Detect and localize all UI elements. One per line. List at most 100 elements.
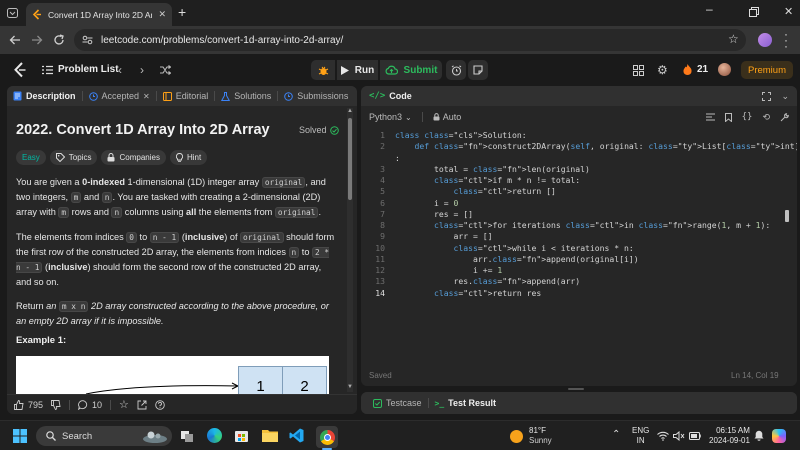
timer-button[interactable] bbox=[446, 60, 466, 80]
topics-tag[interactable]: Topics bbox=[49, 150, 98, 165]
line-number: 12 bbox=[375, 265, 385, 275]
layout-icon[interactable] bbox=[633, 65, 644, 76]
copilot-icon[interactable] bbox=[772, 429, 786, 443]
premium-button[interactable]: Premium bbox=[741, 61, 793, 79]
user-avatar[interactable] bbox=[718, 63, 731, 76]
tab-solutions[interactable]: Solutions bbox=[215, 91, 277, 101]
wifi-icon[interactable] bbox=[657, 431, 669, 441]
code-line[interactable]: 9 arr = [] bbox=[361, 231, 797, 242]
edge-browser-icon[interactable] bbox=[207, 428, 222, 443]
code-line[interactable]: 4 class="ctl">if m * n != total: bbox=[361, 175, 797, 186]
battery-icon[interactable] bbox=[689, 432, 701, 440]
leetcode-logo-icon[interactable] bbox=[13, 62, 27, 78]
scroll-down-icon[interactable]: ▼ bbox=[347, 384, 353, 390]
tab-submissions[interactable]: Submissions bbox=[278, 91, 354, 101]
task-view-icon[interactable] bbox=[180, 429, 194, 443]
code-line[interactable]: 8 class="ctl">for iterations class="ctl"… bbox=[361, 220, 797, 231]
site-info-icon[interactable] bbox=[82, 35, 93, 45]
streak-counter[interactable]: 21 bbox=[683, 64, 708, 75]
code-editor[interactable]: 1 class class="cls">Solution: 2 def class=… bbox=[361, 130, 797, 299]
settings-gear-icon[interactable]: ⚙ bbox=[657, 63, 668, 77]
like-button[interactable]: 795 bbox=[14, 400, 43, 410]
code-line[interactable]: 5 class="ctl">return [] bbox=[361, 186, 797, 197]
scrollbar-thumb[interactable] bbox=[348, 118, 352, 200]
chrome-icon[interactable] bbox=[316, 426, 338, 448]
bookmark-icon[interactable] bbox=[724, 112, 732, 122]
close-tab-icon[interactable]: ✕ bbox=[143, 92, 150, 101]
editor-scrollbar-thumb[interactable] bbox=[785, 210, 789, 222]
code-line[interactable]: 14 class="ctl">return res bbox=[361, 288, 797, 299]
code-line[interactable]: 10 class="ctl">while i < iterations * n: bbox=[361, 243, 797, 254]
weather-widget[interactable]: 81°F Sunny bbox=[510, 426, 552, 446]
code-line[interactable]: 12 i += 1 bbox=[361, 265, 797, 276]
windows-start-icon[interactable] bbox=[13, 429, 27, 443]
new-tab-button[interactable]: + bbox=[178, 4, 186, 20]
vscode-icon[interactable] bbox=[289, 428, 304, 443]
microsoft-store-icon[interactable] bbox=[234, 428, 249, 443]
tab-editorial[interactable]: Editorial bbox=[157, 91, 215, 101]
maximize-icon[interactable] bbox=[762, 91, 772, 101]
code-line[interactable]: : bbox=[361, 153, 797, 164]
forward-icon[interactable] bbox=[31, 34, 43, 46]
tab-search-icon[interactable] bbox=[7, 8, 18, 18]
code-line[interactable]: 6 i = 0 bbox=[361, 198, 797, 209]
panel-resize-handle[interactable] bbox=[568, 388, 584, 390]
bookmark-star-icon[interactable]: ☆ bbox=[728, 32, 739, 46]
taskbar-search[interactable]: Search bbox=[36, 426, 172, 446]
back-icon[interactable] bbox=[9, 34, 21, 46]
inline-code: n bbox=[111, 207, 123, 218]
braces-icon[interactable]: {} bbox=[742, 112, 753, 122]
address-bar[interactable]: leetcode.com/problems/convert-1d-array-i… bbox=[74, 29, 746, 51]
run-button[interactable]: Run bbox=[337, 60, 378, 80]
scroll-up-icon[interactable]: ▲ bbox=[347, 108, 353, 114]
restore-button[interactable] bbox=[749, 7, 759, 17]
code-line[interactable]: 3 total = class="fn">len(original) bbox=[361, 164, 797, 175]
profile-avatar[interactable] bbox=[758, 33, 772, 47]
notification-bell-icon[interactable] bbox=[754, 430, 764, 441]
language-indicator[interactable]: ENG IN bbox=[632, 426, 649, 446]
help-icon[interactable] bbox=[155, 399, 165, 410]
next-problem-icon[interactable]: › bbox=[140, 63, 144, 77]
close-window-button[interactable]: ✕ bbox=[784, 5, 793, 18]
minimize-button[interactable]: – bbox=[706, 2, 713, 16]
difficulty-easy-badge[interactable]: Easy bbox=[16, 150, 46, 165]
problem-list-button[interactable]: Problem List bbox=[42, 64, 119, 75]
collapse-icon[interactable]: ⌄ bbox=[781, 91, 789, 102]
code-line[interactable]: 7 res = [] bbox=[361, 209, 797, 220]
tab-accepted[interactable]: Accepted ✕ bbox=[83, 91, 156, 101]
footer-separator bbox=[110, 399, 112, 410]
submit-button[interactable]: Submit bbox=[380, 60, 442, 80]
share-icon[interactable] bbox=[137, 400, 147, 410]
tab-testcase[interactable]: Testcase bbox=[367, 398, 428, 408]
settings-icon[interactable] bbox=[780, 112, 789, 122]
text: 1-dimensional (1D) integer array bbox=[124, 177, 262, 187]
browser-menu-icon[interactable]: · · · bbox=[784, 28, 788, 52]
tab-close-icon[interactable]: ✕ bbox=[158, 9, 166, 20]
code-line[interactable]: 13 res.class="fn">append(arr) bbox=[361, 276, 797, 287]
code-line[interactable]: 1 class class="cls">Solution: bbox=[361, 130, 797, 141]
browser-tab[interactable]: Convert 1D Array Into 2D Array ✕ bbox=[26, 3, 172, 26]
debug-button[interactable] bbox=[311, 60, 335, 80]
prev-problem-icon[interactable]: ‹ bbox=[118, 63, 122, 77]
companies-tag[interactable]: Companies bbox=[101, 150, 166, 165]
notes-button[interactable] bbox=[468, 60, 488, 80]
dislike-button[interactable] bbox=[51, 399, 61, 410]
description-scrollbar[interactable]: ▲ ▼ bbox=[347, 108, 353, 392]
shuffle-icon[interactable] bbox=[160, 65, 171, 75]
language-select[interactable]: Python3 ⌄ bbox=[369, 112, 412, 122]
file-explorer-icon[interactable] bbox=[262, 428, 278, 442]
volume-icon[interactable] bbox=[673, 431, 685, 441]
format-icon[interactable] bbox=[705, 113, 715, 121]
tab-description[interactable]: Description bbox=[7, 91, 82, 101]
reload-icon[interactable] bbox=[53, 34, 65, 46]
comments-button[interactable]: 10 bbox=[78, 400, 102, 410]
favorite-star-icon[interactable]: ☆ bbox=[119, 398, 129, 411]
tab-test-result[interactable]: >_ Test Result bbox=[429, 398, 502, 408]
code-line[interactable]: 2 def class="fn">construct2DArray(self, … bbox=[361, 141, 797, 152]
clock[interactable]: 06:15 AM 2024-09-01 bbox=[709, 426, 750, 446]
autocomplete-toggle[interactable]: Auto bbox=[433, 112, 461, 122]
reset-icon[interactable]: ⟲ bbox=[762, 112, 770, 123]
code-line[interactable]: 11 arr.class="fn">append(original[i]) bbox=[361, 254, 797, 265]
tray-overflow-icon[interactable]: ⌃ bbox=[612, 429, 620, 440]
hint-tag[interactable]: Hint bbox=[169, 150, 208, 165]
